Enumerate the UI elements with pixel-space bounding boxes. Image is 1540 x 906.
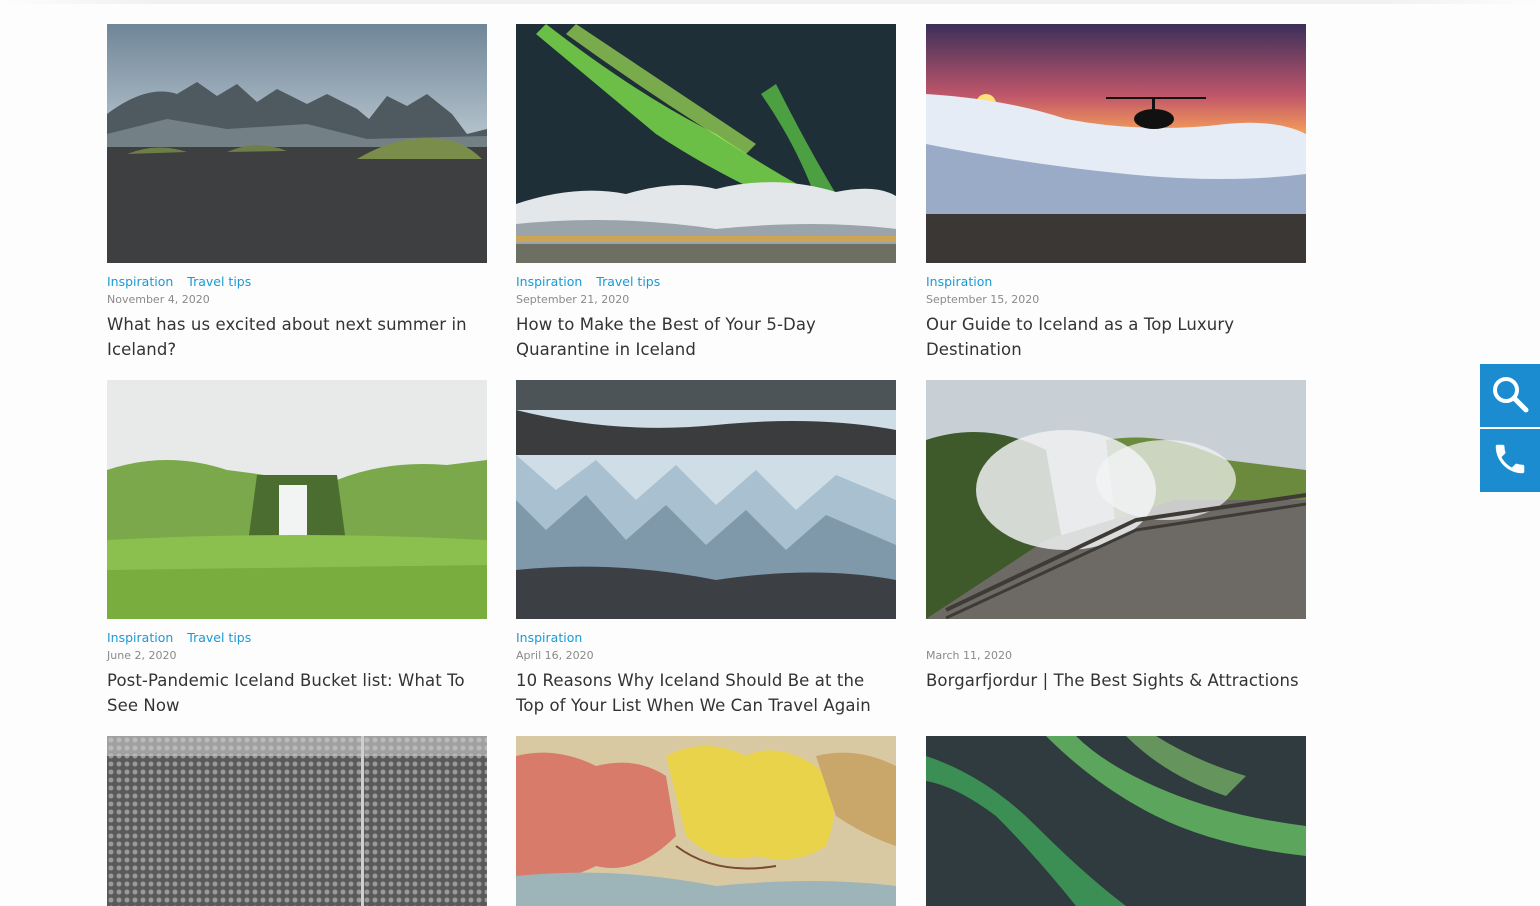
post-image-crowd[interactable]	[107, 736, 487, 906]
tag-link[interactable]: Travel tips	[187, 630, 251, 645]
post-title[interactable]: How to Make the Best of Your 5-Day Quara…	[516, 312, 896, 362]
post-tags: Inspiration	[516, 630, 896, 646]
tag-link[interactable]: Travel tips	[187, 274, 251, 289]
post-card[interactable]: Inspiration Travel tips September 21, 202…	[516, 24, 896, 362]
post-image-helicopter[interactable]	[926, 24, 1306, 263]
post-image-aurora-village[interactable]	[516, 24, 896, 263]
post-image-map[interactable]	[516, 736, 896, 906]
post-image-glacier[interactable]	[516, 380, 896, 619]
tag-link[interactable]: Inspiration	[516, 274, 582, 289]
top-divider	[0, 0, 1540, 4]
post-image-waterfall[interactable]	[107, 380, 487, 619]
post-card[interactable]: Inspiration Travel tips November 4, 2020 …	[107, 24, 487, 362]
tag-link[interactable]: Travel tips	[596, 274, 660, 289]
post-tags: Inspiration	[926, 274, 1306, 290]
post-card[interactable]	[107, 736, 487, 906]
post-card[interactable]: Inspiration September 15, 2020 Our Guide…	[926, 24, 1306, 362]
tag-link[interactable]: Inspiration	[926, 274, 992, 289]
post-tags: Inspiration Travel tips	[107, 274, 487, 290]
post-card[interactable]: Inspiration Travel tips June 2, 2020 Post…	[107, 380, 487, 718]
tag-link[interactable]: Inspiration	[107, 274, 173, 289]
post-card[interactable]	[516, 736, 896, 906]
post-date: June 2, 2020	[107, 649, 177, 662]
post-card[interactable]: March 11, 2020 Borgarfjordur | The Best …	[926, 380, 1306, 693]
post-title[interactable]: Borgarfjordur | The Best Sights & Attrac…	[926, 668, 1306, 693]
search-button[interactable]	[1480, 364, 1540, 427]
post-date: September 21, 2020	[516, 293, 630, 306]
post-title[interactable]: What has us excited about next summer in…	[107, 312, 487, 362]
phone-icon	[1491, 440, 1529, 482]
post-tags: Inspiration Travel tips	[516, 274, 896, 290]
post-date: September 15, 2020	[926, 293, 1040, 306]
post-title[interactable]: Our Guide to Iceland as a Top Luxury Des…	[926, 312, 1306, 362]
post-image-aurora-sky[interactable]	[926, 736, 1306, 906]
phone-button[interactable]	[1480, 429, 1540, 492]
post-date: November 4, 2020	[107, 293, 210, 306]
post-tags: Inspiration Travel tips	[107, 630, 487, 646]
tag-link[interactable]: Inspiration	[107, 630, 173, 645]
post-tags	[926, 630, 1306, 646]
search-icon	[1491, 375, 1529, 417]
post-card[interactable]	[926, 736, 1306, 906]
post-title[interactable]: Post-Pandemic Iceland Bucket list: What …	[107, 668, 487, 718]
post-card[interactable]: Inspiration April 16, 2020 10 Reasons Wh…	[516, 380, 896, 718]
post-title[interactable]: 10 Reasons Why Iceland Should Be at the …	[516, 668, 896, 718]
post-date: April 16, 2020	[516, 649, 594, 662]
post-image-beach[interactable]	[107, 24, 487, 263]
tag-link[interactable]: Inspiration	[516, 630, 582, 645]
post-image-geothermal[interactable]	[926, 380, 1306, 619]
post-date: March 11, 2020	[926, 649, 1013, 662]
